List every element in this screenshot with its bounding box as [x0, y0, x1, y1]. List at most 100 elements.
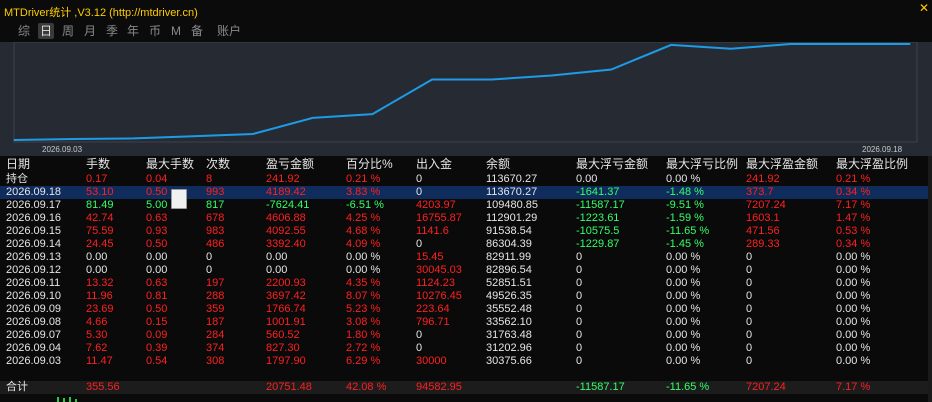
table-cell: 4203.97	[416, 199, 456, 211]
table-cell: -10575.5	[576, 225, 620, 237]
table-cell: 0	[416, 173, 423, 185]
table-cell: 0.00 %	[346, 251, 381, 263]
table-row[interactable]: 2026.09.09 23.69 0.50 359 1766.74 5.23 % 223.6…	[0, 303, 932, 316]
table-row[interactable]: 2026.09.04 7.62 0.39 374 827.30 2.72 % 0 31202.…	[0, 342, 932, 355]
close-icon[interactable]: ✕	[916, 0, 932, 16]
table-cell: 0.00 %	[836, 329, 871, 341]
table-cell: 3.08 %	[346, 316, 381, 328]
table-cell: 0.63	[146, 277, 168, 289]
table-cell: 0	[206, 264, 213, 276]
tab-8[interactable]: 备	[190, 23, 204, 39]
checkbox[interactable]	[171, 189, 187, 209]
table-row[interactable]: 2026.09.07 5.30 0.09 284 560.52 1.80 % 0 31763.…	[0, 329, 932, 342]
table-cell: 4.35 %	[346, 277, 381, 289]
column-header[interactable]: 手数	[86, 157, 110, 172]
table-cell: 2026.09.11	[6, 277, 61, 289]
table-cell: 1797.90	[266, 355, 306, 367]
table-cell: 0.00 %	[836, 290, 871, 302]
table-cell: 0.00 %	[666, 264, 701, 276]
tab-3[interactable]: 月	[83, 23, 97, 39]
tab-7[interactable]: M	[170, 23, 182, 39]
total-cell: 355.56	[86, 381, 120, 393]
table-row[interactable]: 2026.09.08 4.66 0.15 187 1001.91 3.08 % 796.71…	[0, 316, 932, 329]
table-cell: 0.50	[146, 303, 168, 315]
table-cell: 113670.27	[486, 186, 538, 198]
table-row[interactable]: 2026.09.10 11.96 0.81 288 3697.42 8.07 % 10276…	[0, 290, 932, 303]
table-row[interactable]: 2026.09.18 53.10 0.50 993 4189.42 3.83 % 0 1136…	[0, 186, 932, 199]
table-cell: 35552.48	[486, 303, 532, 315]
table-cell: 2026.09.10	[6, 290, 62, 302]
column-header[interactable]: 出入金	[416, 157, 452, 172]
column-header[interactable]: 最大手数	[146, 157, 194, 172]
column-header[interactable]: 最大浮亏比例	[666, 157, 738, 172]
total-cell: 合计	[6, 381, 28, 393]
table-cell: 23.69	[86, 303, 114, 315]
data-point-6	[371, 113, 373, 115]
table-cell: 0.00 %	[836, 251, 871, 263]
table-cell: 31763.48	[486, 329, 532, 341]
table-cell: 7207.24	[746, 199, 786, 211]
table-cell: 0	[746, 342, 753, 354]
column-header[interactable]: 盈亏金额	[266, 157, 314, 172]
tab-6[interactable]: 币	[148, 23, 162, 39]
tab-4[interactable]: 季	[105, 23, 119, 39]
table-cell: 2026.09.17	[6, 199, 62, 211]
table-cell: 0.00 %	[666, 303, 701, 315]
table-header: 日期 手数 最大手数 次数 盈亏金额 百分比% 出入金 余额 最大浮亏金额 最大浮亏比例 最大浮盈金…	[0, 157, 932, 172]
table-cell: 2200.93	[266, 277, 306, 289]
scrollbar[interactable]	[928, 156, 932, 402]
status-bar	[69, 397, 71, 402]
tab-bar: 综日周月季年币 M 备账户	[0, 20, 932, 42]
table-cell: 5.30	[86, 329, 108, 341]
column-header[interactable]: 次数	[206, 157, 230, 172]
data-point-10	[610, 68, 612, 71]
table-cell: 2026.09.14	[6, 238, 62, 250]
table-row[interactable]: 2026.09.15 75.59 0.93 983 4092.55 4.68 % 1141.…	[0, 225, 932, 238]
table-cell: 0.00 %	[836, 342, 871, 354]
table-cell: 53.10	[86, 186, 114, 198]
table-cell: 0.34 %	[836, 186, 871, 198]
table-row[interactable]: 2026.09.16 42.74 0.63 678 4606.88 4.25 % 16755…	[0, 212, 932, 225]
table-cell: 0.00	[266, 251, 288, 263]
tab-1[interactable]: 日	[38, 23, 54, 39]
table-row[interactable]: 2026.09.03 11.47 0.54 308 1797.90 6.29 % 30000…	[0, 355, 932, 368]
table-cell: 75.59	[86, 225, 114, 237]
tab-9[interactable]: 账户	[215, 23, 243, 39]
table-cell: 1.47 %	[836, 212, 871, 224]
table-cell: 0.00 %	[666, 290, 701, 302]
tab-0[interactable]: 综	[17, 23, 31, 39]
column-header[interactable]: 日期	[6, 157, 30, 172]
table-row[interactable]: 2026.09.11 13.32 0.63 197 2200.93 4.35 % 1124.…	[0, 277, 932, 290]
total-cell: 20751.48	[266, 381, 312, 393]
table-row[interactable]: 2026.09.13 0.00 0.00 0 0.00 0.00 % 15.45 82911.…	[0, 251, 932, 264]
table-cell: 0.50	[146, 186, 168, 198]
x-start-label: 2026.09.03	[42, 145, 83, 154]
table-cell: 0.00 %	[666, 251, 701, 263]
column-header[interactable]: 最大浮亏金额	[576, 157, 648, 172]
column-header[interactable]: 最大浮盈比例	[836, 157, 908, 172]
tab-2[interactable]: 周	[61, 23, 75, 39]
column-header[interactable]: 最大浮盈金额	[746, 157, 818, 172]
table-cell: 241.92	[746, 173, 780, 185]
table-cell: 983	[206, 225, 225, 237]
table-cell: 0.34 %	[836, 238, 871, 250]
column-header[interactable]: 百分比%	[346, 157, 393, 172]
data-point-3	[192, 135, 194, 137]
table-cell: 284	[206, 329, 225, 341]
table-cell: 112901.29	[486, 212, 538, 224]
table-cell: 827.30	[266, 342, 300, 354]
table-row[interactable]: 2026.09.14 24.45 0.50 486 3392.40 4.09 % 0 8630…	[0, 238, 932, 251]
table-row[interactable]: 2026.09.12 0.00 0.00 0 0.00 0.00 % 30045.03 828…	[0, 264, 932, 277]
table-cell: 0.00	[86, 251, 108, 263]
table-row[interactable]: 持仓 0.17 0.04 8 241.92 0.21 % 0 113670.27 0.00 0.0…	[0, 173, 932, 186]
table-cell: 0	[746, 303, 753, 315]
table-cell: 0.00 %	[666, 173, 701, 185]
column-header[interactable]: 余额	[486, 157, 510, 172]
stats-table: 日期 手数 最大手数 次数 盈亏金额 百分比% 出入金 余额 最大浮亏金额 最大浮亏比例 最大浮盈金…	[0, 156, 932, 402]
table-cell: 1001.91	[266, 316, 306, 328]
tab-5[interactable]: 年	[126, 23, 140, 39]
data-point-7	[431, 78, 433, 81]
table-cell: 30000	[416, 355, 447, 367]
table-row[interactable]: 2026.09.17 81.49 5.00 817 -7624.41 -6.51 % 420…	[0, 199, 932, 212]
total-cell: 7207.24	[746, 381, 786, 393]
